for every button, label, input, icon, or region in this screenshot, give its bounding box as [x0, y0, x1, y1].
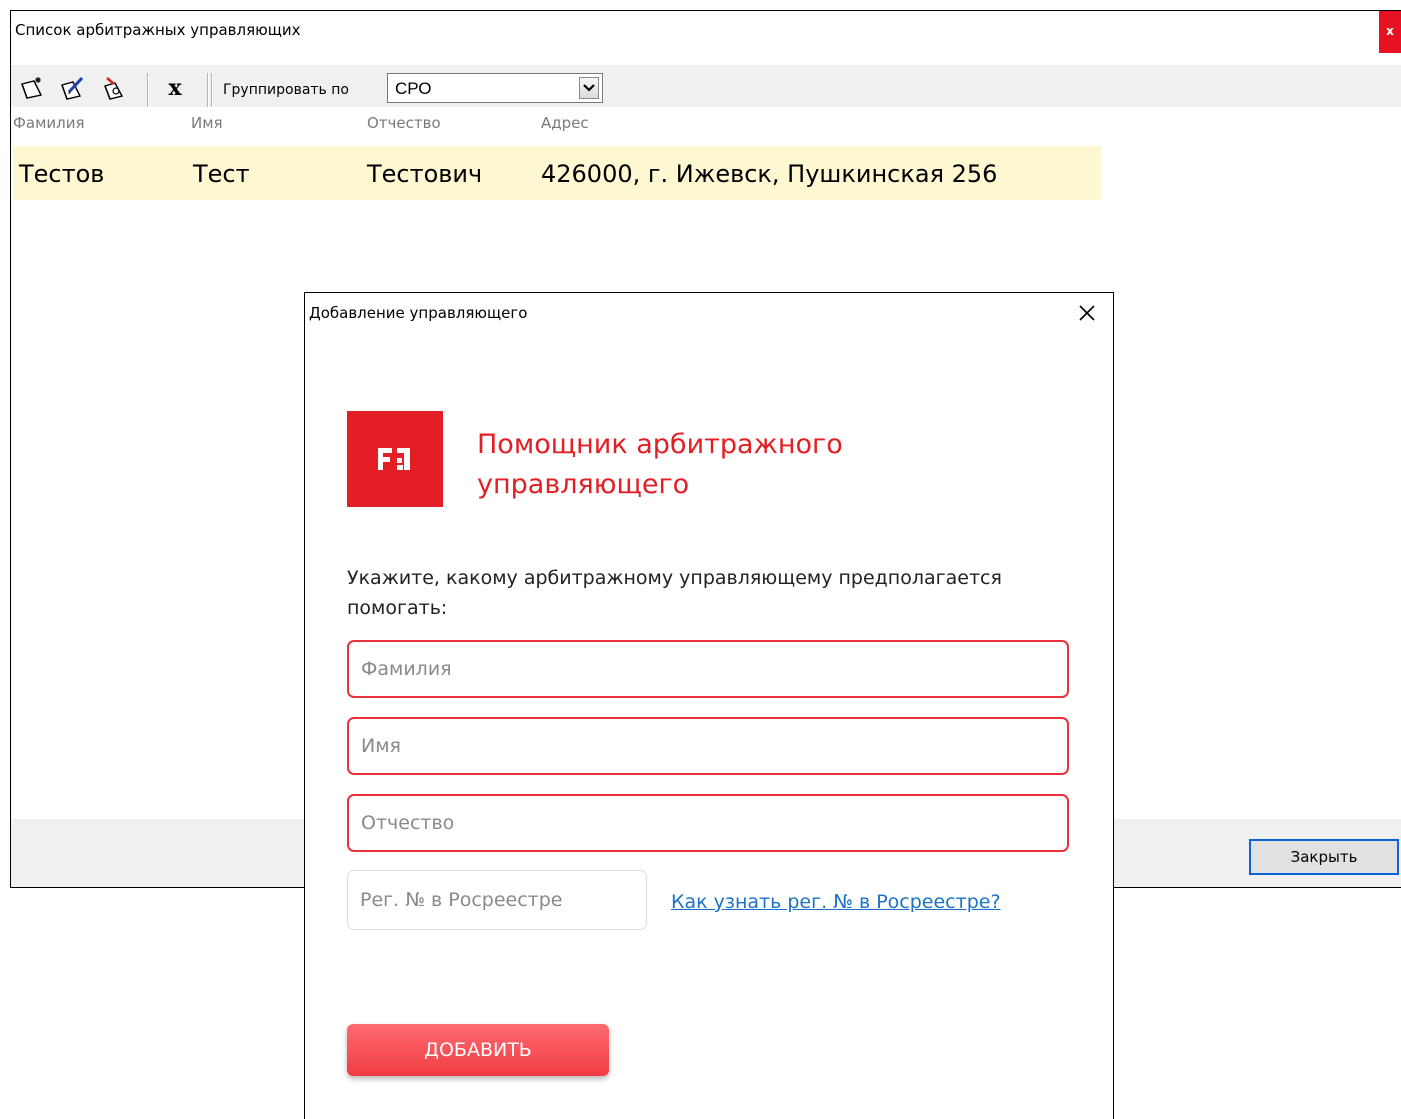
- view-record-icon[interactable]: [101, 75, 127, 101]
- toolbar: x Группировать по СРО: [11, 65, 1401, 107]
- dialog-title: Добавление управляющего: [309, 304, 528, 322]
- group-by-label: Группировать по: [223, 82, 349, 98]
- table-row[interactable]: Тестов Тест Тестович 426000, г. Ижевск, …: [13, 146, 1101, 200]
- brand-logo: [347, 411, 443, 507]
- column-header-patronymic[interactable]: Отчество: [367, 114, 441, 132]
- column-header-address[interactable]: Адрес: [541, 114, 589, 132]
- delete-record-icon[interactable]: x: [163, 73, 187, 103]
- brand-logo-icon: [378, 448, 410, 470]
- chevron-down-icon: [583, 84, 595, 92]
- group-by-dropdown-button[interactable]: [579, 77, 599, 99]
- reg-number-help-link[interactable]: Как узнать рег. № в Росреестре?: [671, 891, 1001, 913]
- cell-address: 426000, г. Ижевск, Пушкинская 256: [541, 160, 998, 188]
- close-button[interactable]: Закрыть: [1249, 839, 1399, 875]
- edit-record-icon[interactable]: [59, 75, 85, 101]
- close-icon[interactable]: [1075, 301, 1099, 325]
- add-manager-dialog: Добавление управляющего Помощник арбитра…: [304, 292, 1114, 1119]
- group-by-select[interactable]: СРО: [387, 73, 603, 103]
- toolbar-separator: [211, 73, 213, 107]
- add-button[interactable]: ДОБАВИТЬ: [347, 1024, 609, 1076]
- column-header-first-name[interactable]: Имя: [191, 114, 223, 132]
- toolbar-separator: [147, 73, 149, 107]
- add-record-icon[interactable]: [19, 75, 45, 101]
- cell-patronymic: Тестович: [367, 160, 483, 188]
- main-titlebar: Список арбитражных управляющих x: [11, 11, 1401, 53]
- cell-last-name: Тестов: [19, 160, 105, 188]
- prompt-text: Укажите, какому арбитражному управляющем…: [347, 567, 1002, 619]
- patronymic-field[interactable]: [347, 794, 1069, 852]
- toolbar-separator: [207, 73, 209, 107]
- main-window-close-button[interactable]: x: [1379, 11, 1401, 53]
- brand-title: Помощник арбитражного управляющего: [477, 429, 843, 500]
- desktop: Список арбитражных управляющих x x Групп…: [0, 0, 1401, 1119]
- last-name-field[interactable]: [347, 640, 1069, 698]
- reg-number-field[interactable]: [347, 870, 647, 930]
- cell-first-name: Тест: [193, 160, 250, 188]
- column-header-last-name[interactable]: Фамилия: [13, 114, 85, 132]
- first-name-field[interactable]: [347, 717, 1069, 775]
- group-by-value: СРО: [395, 79, 432, 98]
- main-window-title: Список арбитражных управляющих: [15, 21, 301, 39]
